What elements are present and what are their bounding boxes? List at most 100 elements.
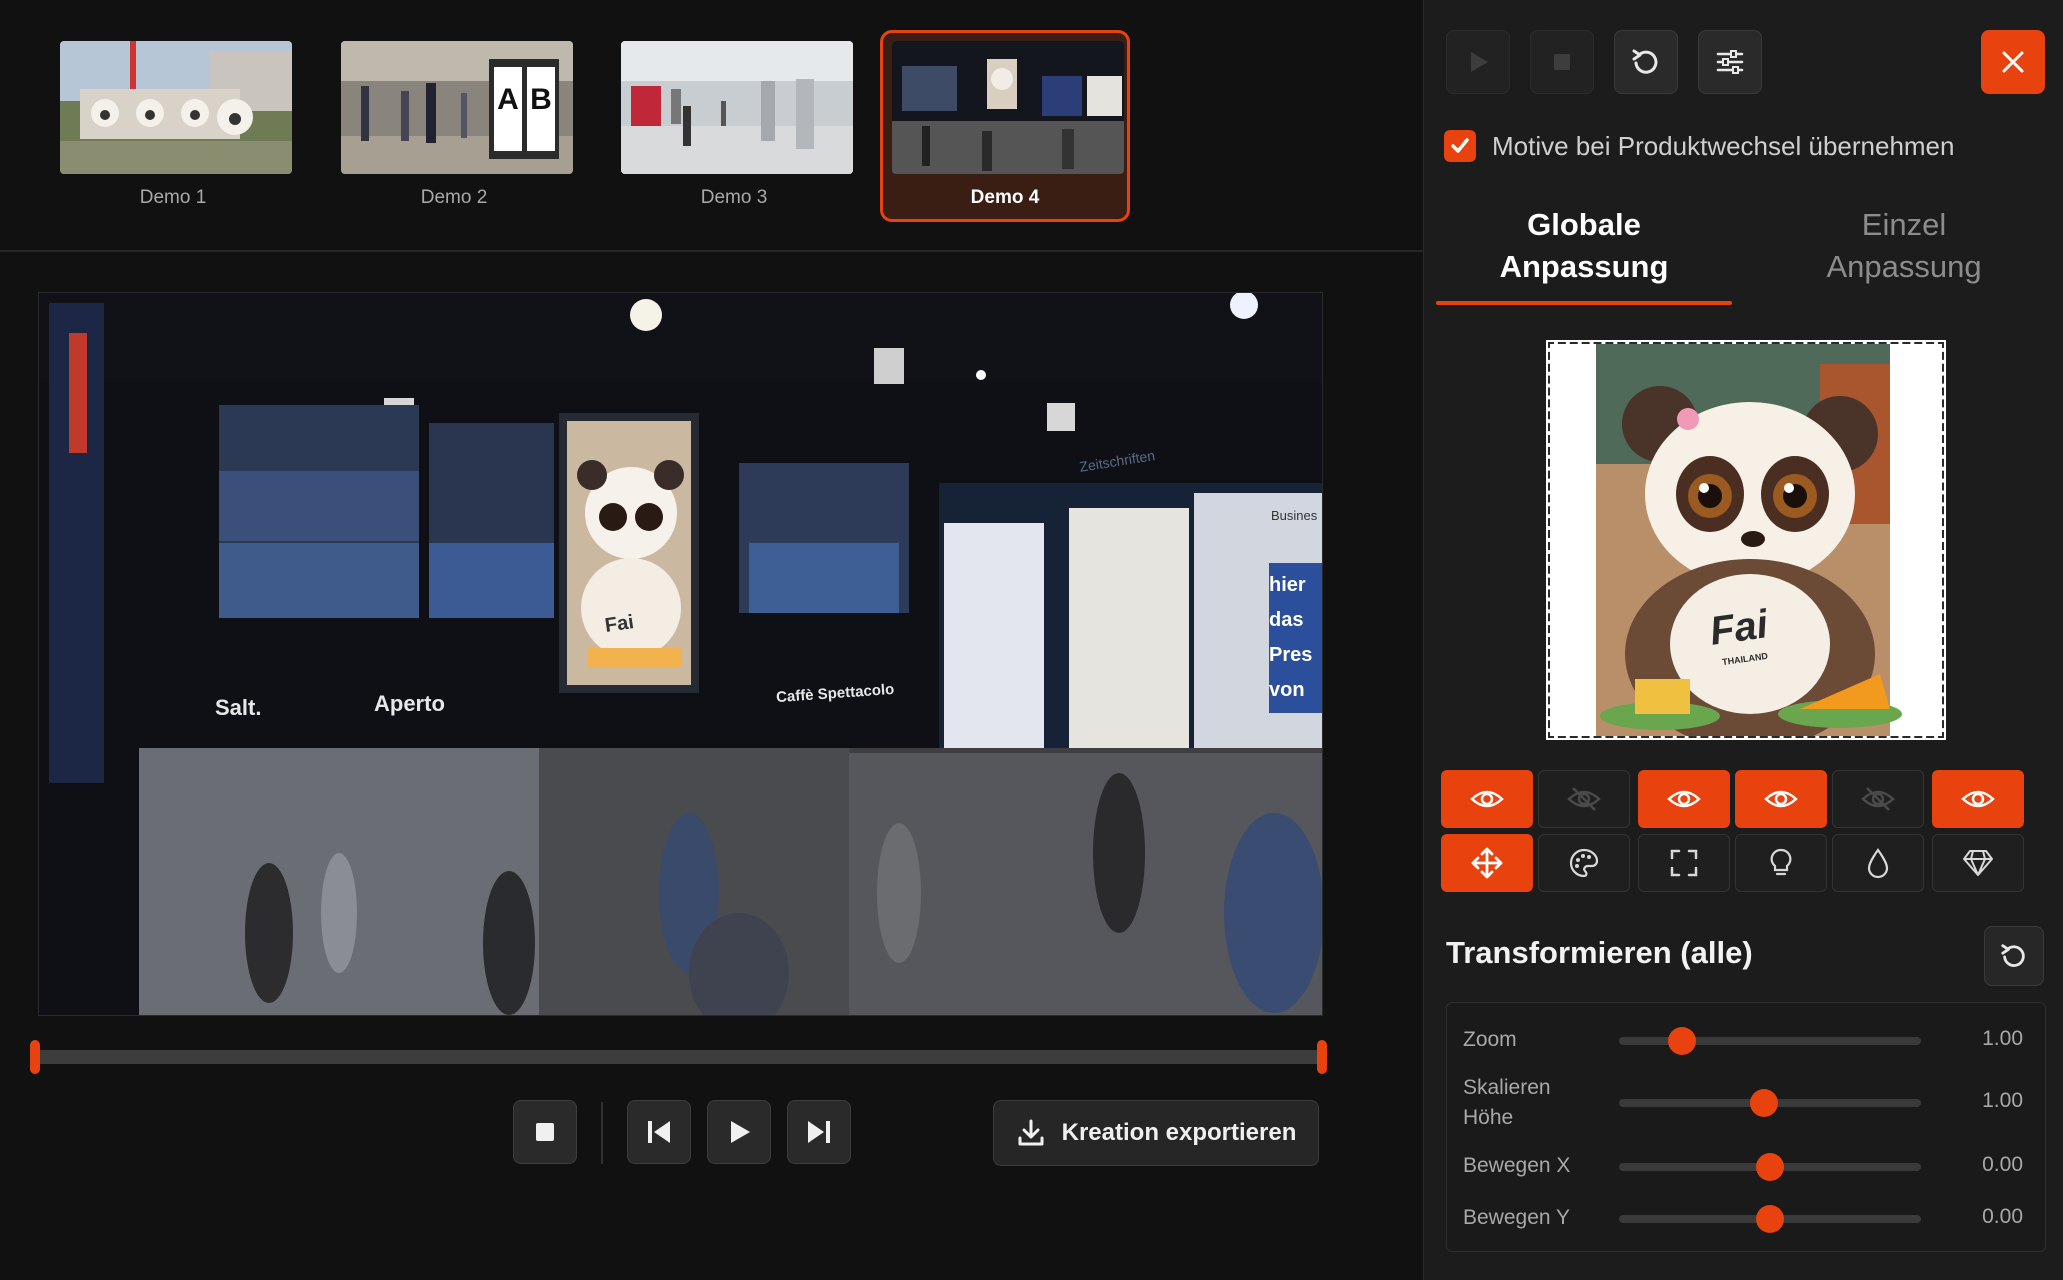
skip-forward-icon — [808, 1121, 830, 1143]
transform-section-title: Transformieren (alle) — [1446, 935, 1753, 970]
slider-value: 1.00 — [1982, 1027, 2023, 1050]
panel-play-button[interactable] — [1446, 30, 1510, 94]
stop-button[interactable] — [513, 1100, 577, 1164]
scene-image — [39, 293, 1322, 1015]
skip-back-icon — [648, 1121, 670, 1143]
slider-label: Bewegen X — [1463, 1154, 1571, 1177]
keep-motifs-row: Motive bei Produktwechsel übernehmen — [1444, 128, 1954, 164]
settings-panel: Motive bei Produktwechsel übernehmen Glo… — [1423, 0, 2063, 1280]
tool-fit-frame[interactable] — [1638, 834, 1730, 892]
tool-lighting[interactable] — [1735, 834, 1827, 892]
zoom-slider[interactable] — [1619, 1027, 1921, 1055]
scene-poster-lines: hier das Pres von — [1269, 574, 1313, 701]
tab-single-adjustment[interactable]: Einzel Anpassung — [1744, 200, 2063, 305]
workspace: Demo 1 A B Demo 2 Demo 3 Demo 4 Salt. Ap… — [0, 0, 1423, 1280]
stop-icon — [536, 1123, 554, 1141]
timeline-scrubber[interactable] — [30, 1040, 1327, 1074]
panel-b-letter: B — [530, 83, 552, 116]
layer-3-visibility-toggle[interactable] — [1638, 770, 1730, 828]
download-icon — [1018, 1119, 1044, 1146]
palette-icon — [1569, 848, 1599, 878]
play-button[interactable] — [707, 1100, 771, 1164]
motif-preview[interactable]: Fai THAILAND — [1546, 340, 1946, 740]
diamond-icon — [1963, 850, 1993, 876]
thumbnail-label: Demo 2 — [420, 187, 488, 208]
eye-icon — [1961, 790, 1995, 808]
thumbnail-demo-1[interactable]: Demo 1 — [48, 30, 298, 222]
slider-value: 0.00 — [1982, 1205, 2023, 1228]
thumbnail-image-demo-1 — [60, 41, 292, 174]
tool-color[interactable] — [1538, 834, 1630, 892]
demo-thumbnail-strip: Demo 1 A B Demo 2 Demo 3 Demo 4 — [0, 0, 1423, 252]
checkmark-icon — [1451, 138, 1469, 153]
slider-label: Zoom — [1463, 1028, 1517, 1051]
timeline-track[interactable] — [40, 1050, 1317, 1064]
skip-forward-button[interactable] — [787, 1100, 851, 1164]
layer-2-visibility-toggle[interactable] — [1538, 770, 1630, 828]
move-y-slider[interactable] — [1619, 1205, 1921, 1233]
layer-6-visibility-toggle[interactable] — [1932, 770, 2024, 828]
timeline-end-handle[interactable] — [1317, 1040, 1327, 1074]
scene-sign-salt: Salt. — [215, 695, 262, 720]
scene-poster-motif-text: Fai — [603, 611, 636, 637]
tool-opacity[interactable] — [1832, 834, 1924, 892]
thumbnail-demo-4[interactable]: Demo 4 — [880, 30, 1130, 222]
lightbulb-icon — [1770, 848, 1792, 876]
slider-knob[interactable] — [1749, 1089, 1778, 1117]
thumbnail-label: Demo 4 — [970, 187, 1040, 208]
slider-knob[interactable] — [1756, 1205, 1784, 1233]
sliders-icon — [1716, 50, 1744, 74]
panel-reset-button[interactable] — [1614, 30, 1678, 94]
keep-motifs-label[interactable]: Motive bei Produktwechsel übernehmen — [1492, 131, 1954, 162]
slider-value: 1.00 — [1982, 1089, 2023, 1112]
thumbnail-image-demo-2: A B — [341, 41, 573, 174]
thumbnail-label: Demo 3 — [700, 187, 768, 208]
timeline-start-handle[interactable] — [30, 1040, 40, 1074]
tool-move[interactable] — [1441, 834, 1533, 892]
eye-off-icon — [1861, 787, 1895, 811]
drop-icon — [1867, 848, 1889, 879]
scale-height-slider[interactable] — [1619, 1089, 1921, 1117]
controls-divider — [601, 1102, 603, 1164]
tool-effects[interactable] — [1932, 834, 2024, 892]
layer-5-visibility-toggle[interactable] — [1832, 770, 1924, 828]
thumbnail-image-demo-4 — [892, 41, 1124, 174]
thumbnail-label: Demo 1 — [139, 187, 207, 208]
scene-preview[interactable]: Salt. Aperto Caffè Spettacolo Zeitschrif… — [38, 292, 1323, 1016]
thumbnail-demo-2[interactable]: A B Demo 2 — [329, 30, 579, 222]
layer-1-visibility-toggle[interactable] — [1441, 770, 1533, 828]
panel-stop-button[interactable] — [1530, 30, 1594, 94]
layer-4-visibility-toggle[interactable] — [1735, 770, 1827, 828]
slider-label: Skalieren Höhe — [1463, 1076, 1551, 1129]
scene-sign-business: Busines — [1271, 508, 1318, 523]
skip-back-button[interactable] — [627, 1100, 691, 1164]
thumbnail-demo-3[interactable]: Demo 3 — [609, 30, 859, 222]
motif-text: Fai — [1707, 602, 1771, 654]
slider-knob[interactable] — [1668, 1027, 1697, 1055]
move-x-slider[interactable] — [1619, 1153, 1921, 1181]
tab-global-adjustment[interactable]: Globale Anpassung — [1424, 200, 1744, 305]
close-button[interactable] — [1981, 30, 2045, 94]
motif-image — [1550, 344, 1942, 736]
slider-value: 0.00 — [1982, 1153, 2023, 1176]
eye-icon — [1470, 790, 1504, 808]
transform-reset-button[interactable] — [1984, 926, 2044, 986]
reset-icon — [2001, 944, 2025, 967]
export-creation-button[interactable]: Kreation exportieren — [993, 1100, 1319, 1166]
stop-icon — [1554, 54, 1570, 70]
export-label: Kreation exportieren — [1061, 1119, 1297, 1146]
panel-adjustments-button[interactable] — [1698, 30, 1762, 94]
thumbnail-image-demo-3 — [621, 41, 853, 174]
eye-icon — [1764, 790, 1798, 808]
close-icon — [2002, 51, 2024, 73]
slider-label: Bewegen Y — [1463, 1206, 1571, 1229]
reset-icon — [1632, 49, 1658, 74]
play-icon — [1471, 52, 1488, 72]
slider-knob[interactable] — [1756, 1153, 1784, 1181]
play-icon — [731, 1121, 750, 1143]
fit-frame-icon — [1670, 849, 1698, 877]
keep-motifs-checkbox[interactable] — [1444, 130, 1476, 162]
transform-sliders: Zoom 1.00 Skalieren Höhe 1.00 Bewegen X … — [1446, 1002, 2046, 1252]
eye-off-icon — [1567, 787, 1601, 811]
scene-sign-aperto: Aperto — [374, 691, 445, 716]
